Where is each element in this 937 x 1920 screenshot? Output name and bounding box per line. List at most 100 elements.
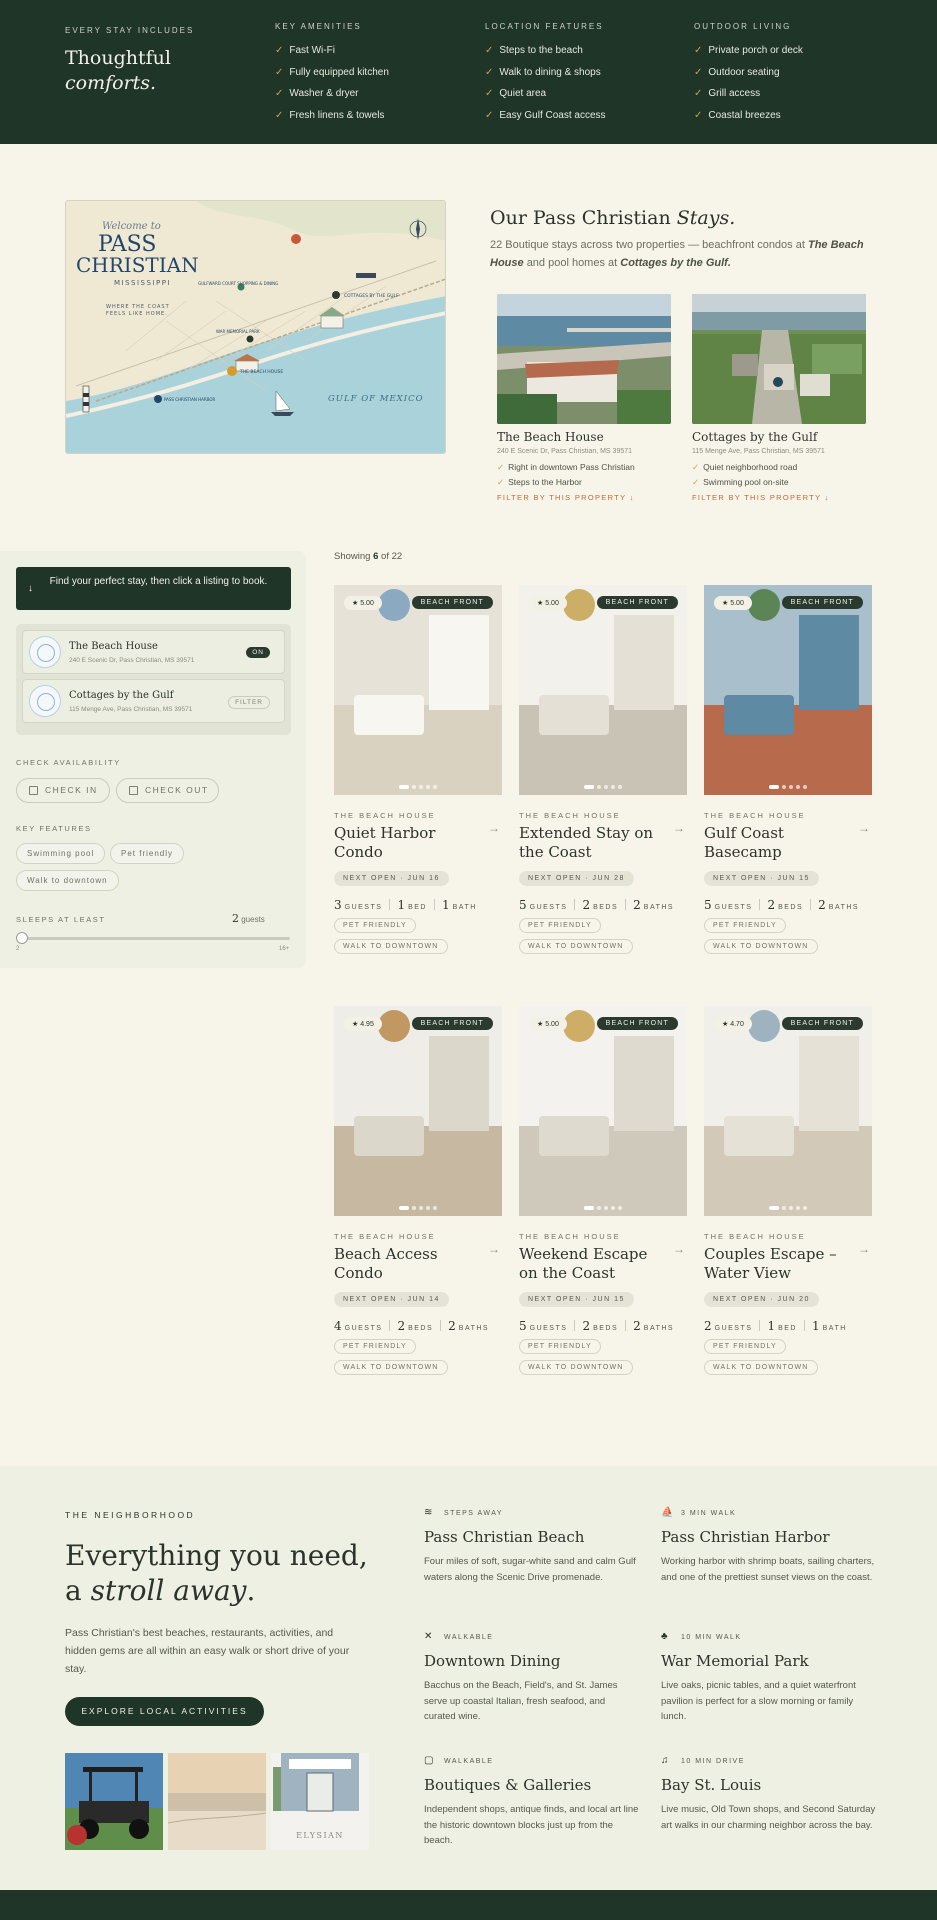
listing-title[interactable]: Quiet Harbor Condo xyxy=(334,824,484,862)
listing-photo[interactable]: ★ 5.00 BEACH FRONT xyxy=(334,585,502,795)
property-photo[interactable] xyxy=(692,294,866,424)
stays-desc-mid: and pool homes at xyxy=(526,257,618,269)
sleeps-slider-handle[interactable] xyxy=(16,932,28,944)
map-pin-cottages-label: COTTAGES BY THE GULF xyxy=(344,293,399,299)
map-gulf-label: GULF OF MEXICO xyxy=(328,394,424,404)
slider-max-label: 16+ xyxy=(279,946,290,952)
find-stay-banner[interactable]: ↓ Find your perfect stay, then click a l… xyxy=(16,567,291,610)
filter-by-property-link[interactable]: FILTER BY THIS PROPERTY ↓ xyxy=(692,493,866,502)
headline-italic: stroll away xyxy=(90,1574,247,1607)
listing-photo[interactable]: ★ 5.00 BEACH FRONT xyxy=(519,1006,687,1216)
photo-pager-dots[interactable] xyxy=(704,783,872,789)
guests-count: 5 xyxy=(704,898,712,912)
listing-photo[interactable]: ★ 5.00 BEACH FRONT xyxy=(704,585,872,795)
amenity-item: ✓ Walk to dining & shops xyxy=(485,66,601,78)
listing-stats: 5 GUESTS 2 BEDS 2 BATHS xyxy=(704,898,872,912)
results-suffix: of 22 xyxy=(381,551,403,562)
photo-pager-dots[interactable] xyxy=(334,1204,502,1210)
guests-label: GUESTS xyxy=(714,1325,753,1332)
listing-card[interactable]: ★ 5.00 BEACH FRONT THE BEACH HOUSE Quiet Ha… xyxy=(334,585,502,954)
listing-photo[interactable]: ★ 4.95 BEACH FRONT xyxy=(334,1006,502,1216)
spot-distance-row: ♫ 10 MIN DRIVE xyxy=(661,1755,876,1766)
beds-count: 2 xyxy=(397,1319,406,1333)
map-pin-beach-house-label: THE BEACH HOUSE xyxy=(239,369,283,375)
feature-chip-swimming-pool[interactable]: Swimming pool xyxy=(16,843,106,864)
photo-pager-dots[interactable] xyxy=(704,1204,872,1210)
listing-card[interactable]: ★ 4.95 BEACH FRONT THE BEACH HOUSE Beach Ac… xyxy=(334,1006,502,1375)
listing-stats: 3 GUESTS 1 BED 1 BATH xyxy=(334,898,502,912)
listing-photo[interactable]: ★ 4.70 BEACH FRONT xyxy=(704,1006,872,1216)
arrow-right-icon[interactable]: → xyxy=(673,821,685,835)
next-open-badge: NEXT OPEN · JUN 16 xyxy=(334,871,449,886)
arrow-right-icon[interactable]: → xyxy=(858,1242,870,1256)
spot-distance-row: ▢ WALKABLE xyxy=(424,1755,639,1766)
results-count: Showing 6 of 22 xyxy=(334,551,402,562)
slider-min-label: 2 xyxy=(16,946,20,952)
property-filter-on-toggle[interactable]: ON xyxy=(246,647,270,658)
listing-card[interactable]: ★ 4.70 BEACH FRONT THE BEACH HOUSE Couples … xyxy=(704,1006,872,1375)
photo-pager-dots[interactable] xyxy=(519,783,687,789)
listing-title[interactable]: Beach Access Condo xyxy=(334,1245,484,1283)
property-card-cottages[interactable]: Cottages by the Gulf 115 Menge Ave, Pass… xyxy=(692,294,866,502)
property-filter-beach-house[interactable]: The Beach House 240 E Scenic Dr, Pass Ch… xyxy=(22,630,285,674)
listing-photo-image xyxy=(704,585,872,795)
listing-title[interactable]: Weekend Escape on the Coast xyxy=(519,1245,669,1283)
arrow-right-icon[interactable]: → xyxy=(858,821,870,835)
sleeps-slider-track[interactable] xyxy=(20,937,290,940)
arrow-right-icon[interactable]: → xyxy=(488,821,500,835)
listing-title[interactable]: Extended Stay on the Coast xyxy=(519,824,669,862)
listing-photo-image xyxy=(519,585,687,795)
listing-card[interactable]: ★ 5.00 BEACH FRONT THE BEACH HOUSE Gulf Coa… xyxy=(704,585,872,954)
neighborhood-headline: Everything you need, a stroll away. xyxy=(65,1538,385,1608)
feature-chip-pet-friendly[interactable]: Pet friendly xyxy=(110,843,185,864)
fish-icon xyxy=(291,234,301,244)
arrow-right-icon[interactable]: → xyxy=(488,1242,500,1256)
map-pin-beach-house[interactable] xyxy=(227,366,237,376)
map-pin-park[interactable] xyxy=(246,335,254,343)
check-out-label: CHECK OUT xyxy=(145,785,209,795)
rating-badge: ★ 4.95 xyxy=(344,1017,382,1031)
listing-stats: 5 GUESTS 2 BEDS 2 BATHS xyxy=(519,898,687,912)
filter-by-property-link[interactable]: FILTER BY THIS PROPERTY ↓ xyxy=(497,493,671,502)
amenities-band: EVERY STAY INCLUDES Thoughtful comforts.… xyxy=(0,0,937,144)
illustrated-map[interactable]: Welcome to PASS CHRISTIAN MISSISSIPPI WH… xyxy=(65,200,446,454)
check-out-button[interactable]: CHECK OUT xyxy=(116,778,219,803)
results-count-value: 6 xyxy=(373,551,379,562)
check-icon: ✓ xyxy=(485,109,494,121)
cottages-logo xyxy=(29,685,61,717)
photo-pager-dots[interactable] xyxy=(334,783,502,789)
feature-chip-walk-to-downtown[interactable]: Walk to downtown xyxy=(16,870,119,891)
arrow-right-icon[interactable]: → xyxy=(673,1242,685,1256)
amenity-column-heading: LOCATION FEATURES xyxy=(485,22,604,31)
listing-property: THE BEACH HOUSE xyxy=(704,811,806,820)
spot-name: Boutiques & Galleries xyxy=(424,1776,592,1794)
property-card-beach-house[interactable]: The Beach House 240 E Scenic Dr, Pass Ch… xyxy=(497,294,671,502)
beach-sunset-photo xyxy=(168,1753,266,1850)
property-photo[interactable] xyxy=(497,294,671,424)
check-icon: ✓ xyxy=(694,45,703,56)
photo-pager-dots[interactable] xyxy=(519,1204,687,1210)
amenities-title-line1: Thoughtful xyxy=(65,47,171,69)
property-filter-toggle[interactable]: FILTER xyxy=(228,696,270,709)
beds-label: BED xyxy=(778,1325,797,1332)
listing-title[interactable]: Couples Escape – Water View xyxy=(704,1245,854,1283)
neighborhood-spot: ⛵ 3 MIN WALK Pass Christian Harbor Working … xyxy=(661,1507,876,1585)
explore-local-activities-button[interactable]: EXPLORE LOCAL ACTIVITIES xyxy=(65,1697,264,1726)
property-name: The Beach House xyxy=(497,430,604,444)
listing-photo[interactable]: ★ 5.00 BEACH FRONT xyxy=(519,585,687,795)
rating-badge: ★ 5.00 xyxy=(714,596,752,610)
map-pin-harbor[interactable] xyxy=(154,395,162,403)
spot-distance: WALKABLE xyxy=(444,1758,494,1765)
listing-title[interactable]: Gulf Coast Basecamp xyxy=(704,824,854,862)
beach-front-badge: BEACH FRONT xyxy=(596,596,678,609)
property-filter-cottages[interactable]: Cottages by the Gulf 115 Menge Ave, Pass… xyxy=(22,679,285,723)
listing-card[interactable]: ★ 5.00 BEACH FRONT THE BEACH HOUSE Weekend … xyxy=(519,1006,687,1375)
map-pin-cottages[interactable] xyxy=(332,291,340,299)
check-icon: ✓ xyxy=(275,45,284,56)
utensils-icon: ✕ xyxy=(424,1631,433,1642)
amenity-column-outdoor: OUTDOOR LIVING ✓ Private porch or deck ✓ O… xyxy=(694,22,884,126)
guests-count: 2 xyxy=(704,1319,712,1333)
listing-card[interactable]: ★ 5.00 BEACH FRONT THE BEACH HOUSE Extended… xyxy=(519,585,687,954)
spot-name: Bay St. Louis xyxy=(661,1776,762,1794)
check-in-button[interactable]: CHECK IN xyxy=(16,778,110,803)
